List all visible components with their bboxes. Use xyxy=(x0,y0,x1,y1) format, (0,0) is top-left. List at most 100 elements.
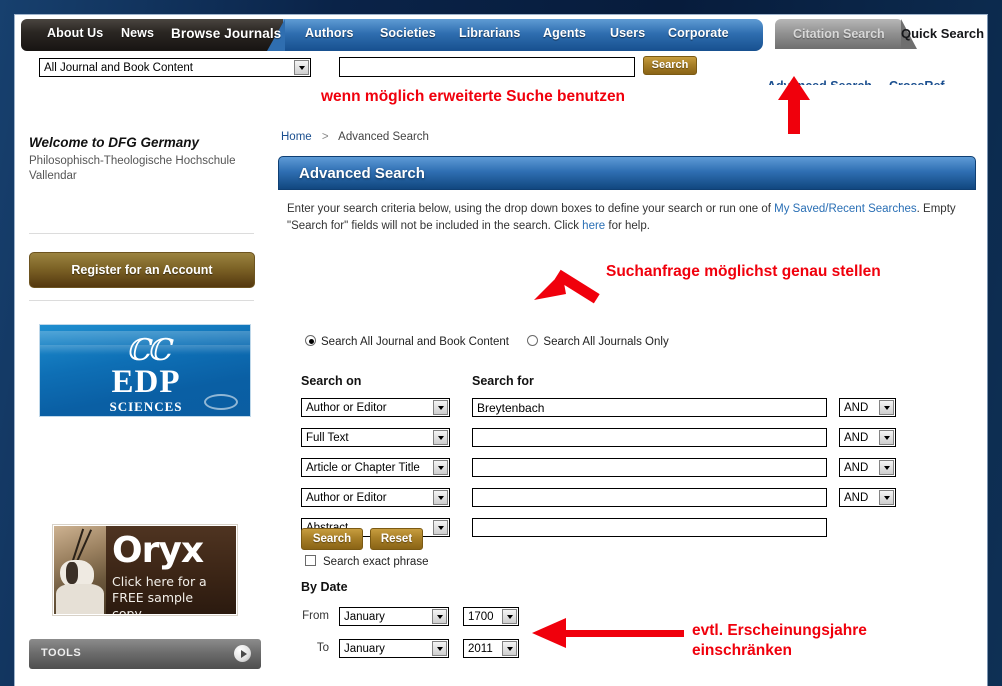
date-to-month-select[interactable]: January xyxy=(339,639,449,658)
boolean-operator-select-2[interactable]: AND xyxy=(839,428,896,447)
banner-oryx[interactable]: Oryx Click here for a FREE sample copy..… xyxy=(53,525,237,615)
annotation-note-3: evtl. Erscheinungsjahre einschränken xyxy=(692,622,867,659)
nav-item-browse-journals[interactable]: Browse Journals xyxy=(171,26,281,41)
nav-item-authors[interactable]: Authors xyxy=(305,26,354,40)
chevron-down-icon[interactable] xyxy=(879,400,894,415)
tab-citation-search[interactable]: Citation Search xyxy=(793,27,885,41)
date-to-year-select[interactable]: 2011 xyxy=(463,639,519,658)
page-frame: About Us News Browse Journals Authors So… xyxy=(14,14,988,686)
radio-all-journal-and-book-content[interactable]: Search All Journal and Book Content xyxy=(305,335,509,348)
radio-all-journals-only[interactable]: Search All Journals Only xyxy=(527,335,669,348)
search-term-input-5[interactable] xyxy=(472,518,827,537)
chevron-down-icon[interactable] xyxy=(294,60,309,75)
panel-header: Advanced Search xyxy=(278,156,976,190)
by-date-heading: By Date xyxy=(301,580,348,594)
top-navigation-bar: About Us News Browse Journals Authors So… xyxy=(15,15,987,53)
nav-item-corporate[interactable]: Corporate xyxy=(668,26,729,40)
breadcrumb-current: Advanced Search xyxy=(338,131,429,143)
date-to-year-value: 2011 xyxy=(468,643,493,655)
edp-logo-icon: ℂℂ xyxy=(126,333,171,368)
date-from-year-select[interactable]: 1700 xyxy=(463,607,519,626)
divider xyxy=(29,233,254,234)
search-field-select-3[interactable]: Article or Chapter Title xyxy=(301,458,450,477)
search-term-input-3[interactable] xyxy=(472,458,827,477)
chevron-down-icon[interactable] xyxy=(433,400,448,415)
date-to-row: To January 2011 xyxy=(267,639,567,661)
boolean-operator-select-1[interactable]: AND xyxy=(839,398,896,417)
boolean-operator-select-3[interactable]: AND xyxy=(839,458,896,477)
page-title: Advanced Search xyxy=(299,165,425,182)
date-from-month-select[interactable]: January xyxy=(339,607,449,626)
chevron-down-icon[interactable] xyxy=(502,609,517,624)
boolean-operator-value-1: AND xyxy=(844,402,869,414)
annotation-note-1: wenn möglich erweiterte Suche benutzen xyxy=(321,88,626,105)
oryx-cta-text: Click here for a FREE sample copy... xyxy=(112,574,207,615)
chevron-down-icon[interactable] xyxy=(433,490,448,505)
search-term-input-2[interactable] xyxy=(472,428,827,447)
search-scope-select[interactable]: All Journal and Book Content xyxy=(39,58,311,77)
chevron-down-icon[interactable] xyxy=(432,641,447,656)
search-button[interactable]: Search xyxy=(301,528,363,550)
chevron-down-icon[interactable] xyxy=(502,641,517,656)
search-field-value-4: Author or Editor xyxy=(306,492,387,504)
nav-item-librarians[interactable]: Librarians xyxy=(459,26,520,40)
search-exact-phrase-checkbox[interactable]: Search exact phrase xyxy=(305,555,428,568)
play-arrow-icon[interactable] xyxy=(234,645,251,662)
nav-item-users[interactable]: Users xyxy=(610,26,645,40)
date-from-year-value: 1700 xyxy=(468,611,494,623)
nav-item-agents[interactable]: Agents xyxy=(543,26,586,40)
institution-name: Philosophisch-Theologische Hochschule Va… xyxy=(29,155,236,182)
nav-item-news[interactable]: News xyxy=(121,26,154,40)
date-to-label: To xyxy=(316,642,329,654)
exact-phrase-label: Search exact phrase xyxy=(323,556,429,568)
my-saved-searches-link[interactable]: My Saved/Recent Searches xyxy=(774,203,917,215)
chevron-down-icon[interactable] xyxy=(433,430,448,445)
register-for-account-button[interactable]: Register for an Account xyxy=(29,252,255,288)
boolean-operator-value-2: AND xyxy=(844,432,869,444)
radio-unselected-icon[interactable] xyxy=(527,335,539,346)
quick-search-input[interactable] xyxy=(339,57,635,77)
radio-label: Search All Journal and Book Content xyxy=(321,336,509,348)
date-from-label: From xyxy=(302,610,329,622)
radio-label: Search All Journals Only xyxy=(543,336,669,348)
chevron-down-icon[interactable] xyxy=(433,460,448,475)
search-field-select-4[interactable]: Author or Editor xyxy=(301,488,450,507)
date-from-month-value: January xyxy=(344,611,385,623)
instructions-part-3: for help. xyxy=(605,220,650,232)
chevron-down-icon[interactable] xyxy=(433,520,448,535)
date-to-month-value: January xyxy=(344,643,385,655)
search-field-select-2[interactable]: Full Text xyxy=(301,428,450,447)
search-term-input-1[interactable] xyxy=(472,398,827,417)
search-term-input-4[interactable] xyxy=(472,488,827,507)
boolean-operator-value-4: AND xyxy=(844,492,869,504)
fish-icon xyxy=(204,394,238,410)
nav-item-about-us[interactable]: About Us xyxy=(47,26,103,40)
quick-search-button[interactable]: Search xyxy=(643,56,697,75)
search-field-value-2: Full Text xyxy=(306,432,349,444)
radio-selected-icon[interactable] xyxy=(305,335,316,346)
column-header-search-on: Search on xyxy=(301,374,362,388)
chevron-down-icon[interactable] xyxy=(879,490,894,505)
banner-edp-sciences[interactable]: ℂℂ EDP SCIENCES xyxy=(39,324,251,417)
tools-panel-toggle[interactable]: TOOLS xyxy=(29,639,261,669)
divider xyxy=(29,300,254,301)
search-field-select-1[interactable]: Author or Editor xyxy=(301,398,450,417)
boolean-operator-value-3: AND xyxy=(844,462,869,474)
oryx-title: Oryx xyxy=(112,530,204,571)
help-link[interactable]: here xyxy=(582,220,605,232)
reset-button[interactable]: Reset xyxy=(370,528,423,550)
breadcrumb-home[interactable]: Home xyxy=(281,131,312,143)
checkbox-icon[interactable] xyxy=(305,555,316,566)
chevron-down-icon[interactable] xyxy=(879,460,894,475)
oryx-photo xyxy=(54,526,106,614)
instructions-part-1: Enter your search criteria below, using … xyxy=(287,203,775,215)
breadcrumb-separator: > xyxy=(321,131,329,143)
chevron-down-icon[interactable] xyxy=(879,430,894,445)
nav-item-societies[interactable]: Societies xyxy=(380,26,436,40)
tab-quick-search[interactable]: Quick Search xyxy=(901,26,984,41)
boolean-operator-select-4[interactable]: AND xyxy=(839,488,896,507)
welcome-title: Welcome to DFG Germany xyxy=(29,135,200,150)
chevron-down-icon[interactable] xyxy=(432,609,447,624)
annotation-note-2: Suchanfrage möglichst genau stellen xyxy=(606,263,881,280)
search-scope-value: All Journal and Book Content xyxy=(44,62,193,74)
